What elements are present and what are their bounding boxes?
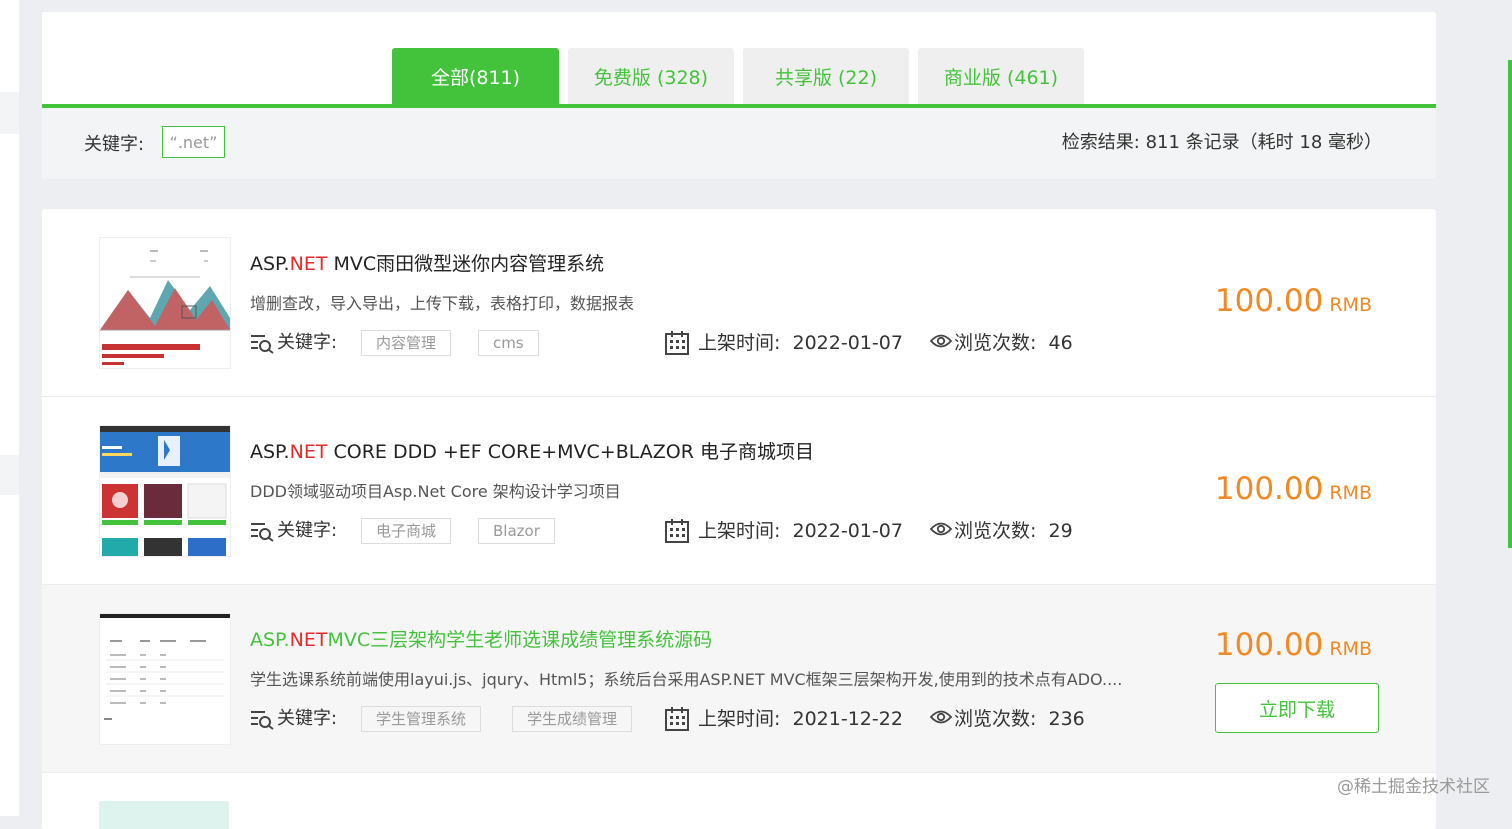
listed-date: 上架时间: 2022-01-07 bbox=[698, 332, 903, 354]
keyword-search-icon bbox=[251, 711, 274, 730]
view-count: 浏览次数: 236 bbox=[954, 708, 1085, 730]
item-title[interactable]: ASP.NET MVC雨田微型迷你内容管理系统 bbox=[250, 249, 604, 276]
list-item[interactable]: ASP.NET MVC雨田微型迷你内容管理系统 增删查改，导入导出，上传下载，表… bbox=[42, 209, 1436, 397]
list-item[interactable]: ASP.NET CORE DDD +EF CORE+MVC+BLAZOR 电子商… bbox=[42, 397, 1436, 585]
keyword-search-icon bbox=[251, 523, 274, 542]
table-thumbnail-image bbox=[100, 614, 230, 744]
listed-date: 上架时间: 2021-12-22 bbox=[698, 708, 903, 730]
item-description: 增删查改，导入导出，上传下载，表格打印，数据报表 bbox=[250, 294, 635, 313]
item-thumbnail[interactable] bbox=[99, 613, 231, 745]
keyword-label: 关键字: bbox=[277, 708, 338, 729]
keyword-filter-chip[interactable]: “.net” bbox=[162, 126, 225, 158]
download-button[interactable]: 立即下载 bbox=[1215, 683, 1379, 733]
search-result-summary: 检索结果: 811 条记录（耗时 18 毫秒） bbox=[1061, 132, 1382, 153]
keyword-label: 关键字: bbox=[277, 332, 338, 353]
item-title[interactable]: ASP.NETMVC三层架构学生老师选课成绩管理系统源码 bbox=[250, 625, 712, 652]
calendar-icon bbox=[665, 707, 689, 731]
item-meta: 关键字: 电子商城 Blazor 上架时间: 2022-01-07 浏览次数: … bbox=[250, 517, 1150, 545]
result-list: ASP.NET MVC雨田微型迷你内容管理系统 增删查改，导入导出，上传下载，表… bbox=[42, 209, 1436, 829]
next-item-thumbnail[interactable] bbox=[99, 801, 229, 829]
item-tag[interactable]: Blazor bbox=[478, 518, 555, 544]
item-tag[interactable]: 内容管理 bbox=[361, 330, 452, 356]
left-sidebar-strip bbox=[0, 0, 19, 816]
item-thumbnail[interactable] bbox=[99, 425, 231, 557]
tab-all[interactable]: 全部(811) bbox=[392, 48, 559, 104]
view-count: 浏览次数: 29 bbox=[954, 520, 1073, 542]
watermark: @稀土掘金技术社区 bbox=[1337, 777, 1490, 797]
eye-icon bbox=[930, 710, 952, 724]
calendar-icon bbox=[665, 331, 689, 355]
tab-free[interactable]: 免费版 (328) bbox=[568, 48, 734, 104]
item-price: 100.00 RMB bbox=[1214, 471, 1372, 507]
tab-shared[interactable]: 共享版 (22) bbox=[743, 48, 909, 104]
item-tag[interactable]: 学生管理系统 bbox=[361, 706, 482, 732]
chart-thumbnail-image bbox=[100, 238, 230, 368]
view-count: 浏览次数: 46 bbox=[954, 332, 1073, 354]
shop-thumbnail-image bbox=[100, 426, 230, 556]
calendar-icon bbox=[665, 519, 689, 543]
scrollbar[interactable] bbox=[1508, 60, 1512, 548]
item-price: 100.00 RMB bbox=[1214, 627, 1372, 663]
item-tag[interactable]: cms bbox=[478, 330, 539, 356]
item-thumbnail[interactable] bbox=[99, 237, 231, 369]
item-tag[interactable]: 电子商城 bbox=[361, 518, 452, 544]
category-tabs: 全部(811) 免费版 (328) 共享版 (22) 商业版 (461) bbox=[42, 12, 1436, 108]
listed-date: 上架时间: 2022-01-07 bbox=[698, 520, 903, 542]
keyword-search-icon bbox=[251, 335, 274, 354]
item-description: 学生选课系统前端使用layui.js、jqury、Html5；系统后台采用ASP… bbox=[250, 670, 1123, 689]
keyword-filter-label: 关键字: bbox=[84, 134, 145, 155]
eye-icon bbox=[930, 334, 952, 348]
item-tag[interactable]: 学生成绩管理 bbox=[512, 706, 633, 732]
item-meta: 关键字: 内容管理 cms 上架时间: 2022-01-07 浏览次数: 46 bbox=[250, 329, 1150, 357]
eye-icon bbox=[930, 522, 952, 536]
list-item[interactable]: ASP.NETMVC三层架构学生老师选课成绩管理系统源码 学生选课系统前端使用l… bbox=[42, 585, 1436, 773]
filter-panel: 全部(811) 免费版 (328) 共享版 (22) 商业版 (461) 关键字… bbox=[42, 12, 1436, 179]
item-price: 100.00 RMB bbox=[1214, 283, 1372, 319]
item-meta: 关键字: 学生管理系统 学生成绩管理 上架时间: 2021-12-22 浏览次数… bbox=[250, 705, 1150, 733]
keyword-label: 关键字: bbox=[277, 520, 338, 541]
item-title[interactable]: ASP.NET CORE DDD +EF CORE+MVC+BLAZOR 电子商… bbox=[250, 437, 814, 464]
tab-commercial[interactable]: 商业版 (461) bbox=[918, 48, 1084, 104]
item-description: DDD领域驱动项目Asp.Net Core 架构设计学习项目 bbox=[250, 482, 621, 501]
